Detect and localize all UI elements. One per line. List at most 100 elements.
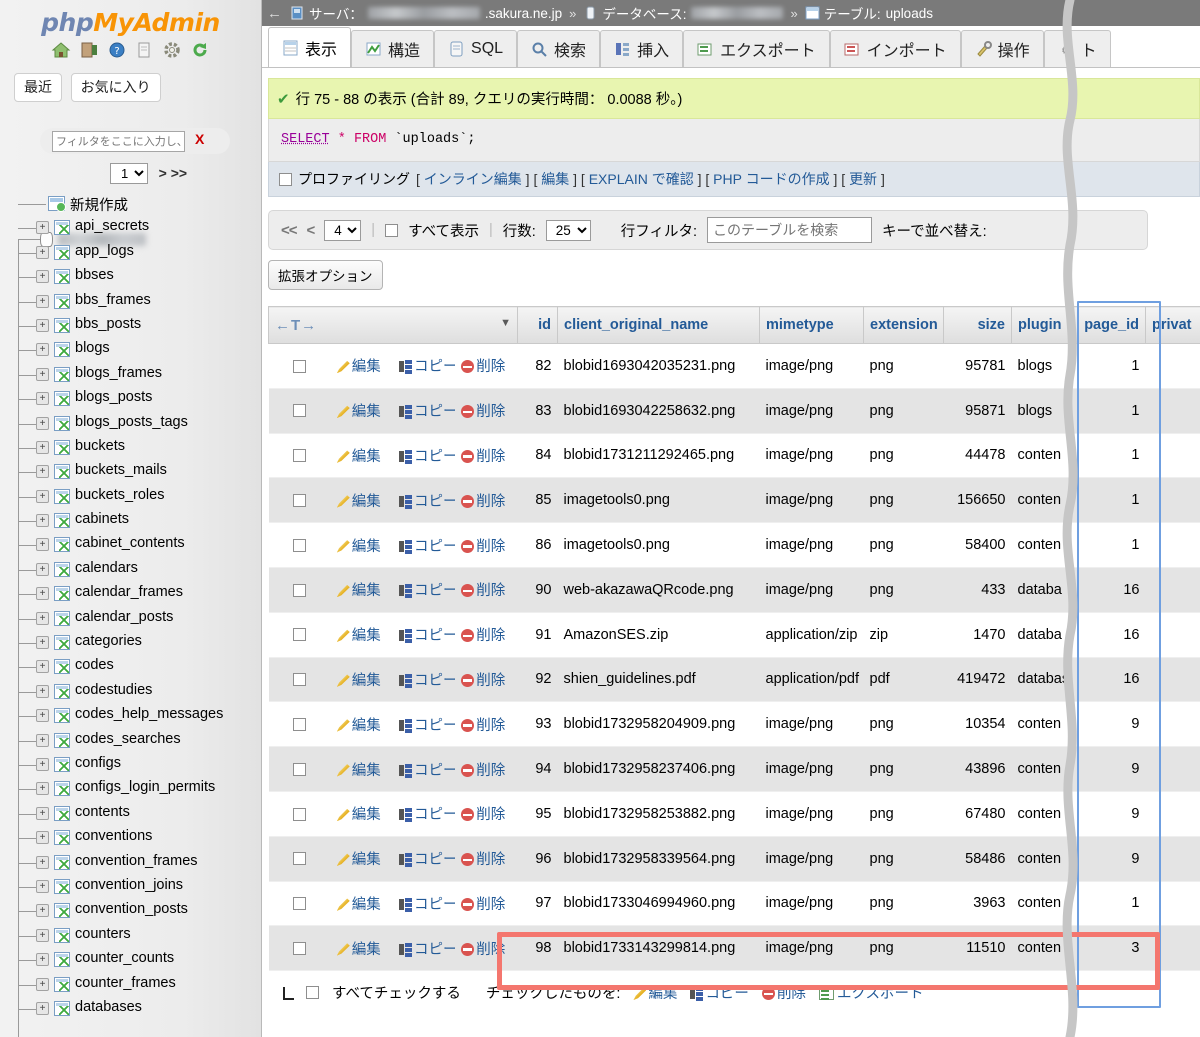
row-edit-cell[interactable]: 編集	[330, 791, 393, 837]
row-filter-input[interactable]	[707, 217, 873, 243]
bulk-copy-button[interactable]: コピー	[690, 982, 749, 1003]
cell-client-original-name[interactable]: blobid1731211292465.png	[557, 433, 760, 479]
sidebar-item-blogs-posts[interactable]: + blogs_posts	[0, 387, 261, 411]
row-delete-cell[interactable]: 削除	[455, 925, 518, 972]
expand-icon[interactable]: +	[36, 538, 49, 552]
row-checkbox[interactable]	[293, 449, 307, 463]
row-delete-cell[interactable]: 削除	[455, 791, 518, 837]
cell-private[interactable]	[1145, 746, 1200, 792]
expand-icon[interactable]: +	[36, 977, 49, 991]
expand-icon[interactable]: +	[36, 611, 49, 625]
expand-icon[interactable]: +	[36, 1001, 49, 1015]
row-copy-cell[interactable]: コピー	[393, 433, 456, 479]
row-delete-cell[interactable]: 削除	[455, 881, 518, 927]
sql-query-box[interactable]: SELECT * FROM `uploads`;	[268, 119, 1200, 162]
table-row[interactable]: 編集 コピー 削除 97 blobid1733046994960.png image/pn…	[268, 881, 1200, 927]
cell-id[interactable]: 96	[517, 836, 558, 882]
sidebar-item-blogs[interactable]: + blogs	[0, 338, 261, 362]
cell-size[interactable]: 156650	[943, 477, 1012, 524]
copy-link[interactable]: コピー	[399, 807, 455, 823]
column-header-client-original-name[interactable]: client_original_name	[557, 306, 760, 344]
row-delete-cell[interactable]: 削除	[455, 433, 518, 479]
cell-id[interactable]: 85	[517, 477, 558, 524]
cell-extension[interactable]: png	[863, 433, 944, 479]
expand-icon[interactable]: +	[36, 392, 49, 406]
phpmyadmin-logo[interactable]: phpMyAdmin	[0, 0, 261, 37]
cell-client-original-name[interactable]: blobid1733046994960.png	[557, 881, 760, 927]
cell-mimetype[interactable]: image/png	[759, 836, 864, 882]
sidebar-item-counter-frames[interactable]: + counter_frames	[0, 973, 261, 997]
delete-link[interactable]: 削除	[461, 628, 505, 644]
row-edit-cell[interactable]: 編集	[330, 522, 393, 568]
table-row[interactable]: 編集 コピー 削除 91 AmazonSES.zip application/zip zip…	[268, 612, 1200, 658]
prev-page-button[interactable]: <	[307, 222, 316, 239]
delete-link[interactable]: 削除	[461, 718, 505, 734]
delete-link[interactable]: 削除	[461, 897, 505, 913]
profiling-link[interactable]: インライン編集	[424, 171, 522, 187]
row-checkbox[interactable]	[293, 762, 307, 776]
edit-link[interactable]: 編集	[336, 718, 381, 734]
row-copy-cell[interactable]: コピー	[393, 522, 456, 568]
delete-link[interactable]: 削除	[461, 449, 505, 465]
row-checkbox-cell[interactable]	[268, 657, 331, 703]
cell-private[interactable]	[1145, 522, 1200, 568]
cell-extension[interactable]: png	[863, 343, 944, 389]
cell-id[interactable]: 94	[517, 746, 558, 792]
sidebar-item-convention-frames[interactable]: + convention_frames	[0, 851, 261, 875]
table-row[interactable]: 編集 コピー 削除 95 blobid1732958253882.png image/pn…	[268, 791, 1200, 837]
show-all-checkbox[interactable]	[385, 223, 399, 237]
row-copy-cell[interactable]: コピー	[393, 388, 456, 434]
cell-page-id[interactable]: 1	[1073, 881, 1146, 927]
sidebar-item-counters[interactable]: + counters	[0, 924, 261, 948]
breadcrumb-server-value[interactable]: .sakura.ne.jp	[485, 6, 562, 21]
row-edit-cell[interactable]: 編集	[330, 343, 393, 389]
edit-link[interactable]: 編集	[336, 404, 381, 420]
row-checkbox-cell[interactable]	[268, 746, 331, 792]
cell-size[interactable]: 11510	[943, 925, 1012, 972]
row-edit-cell[interactable]: 編集	[330, 388, 393, 434]
column-header-mimetype[interactable]: mimetype	[759, 306, 864, 344]
cell-page-id[interactable]: 1	[1073, 477, 1146, 524]
cell-mimetype[interactable]: application/zip	[759, 612, 864, 658]
sidebar-item-convention-posts[interactable]: + convention_posts	[0, 899, 261, 923]
sidebar-item-new[interactable]: 新規作成	[0, 192, 261, 216]
row-delete-cell[interactable]: 削除	[455, 657, 518, 703]
cell-id[interactable]: 86	[517, 522, 558, 568]
cell-private[interactable]	[1145, 701, 1200, 748]
row-edit-cell[interactable]: 編集	[330, 657, 393, 703]
row-delete-cell[interactable]: 削除	[455, 612, 518, 658]
cell-extension[interactable]: pdf	[863, 657, 944, 703]
copy-link[interactable]: コピー	[399, 718, 455, 734]
expand-icon[interactable]: +	[36, 245, 49, 259]
cell-page-id[interactable]: 16	[1073, 612, 1146, 658]
extended-options-button[interactable]: 拡張オプション	[268, 260, 383, 290]
cell-mimetype[interactable]: image/png	[759, 746, 864, 792]
cell-id[interactable]: 98	[517, 925, 558, 972]
cell-plugin[interactable]: blogs	[1011, 388, 1074, 434]
row-checkbox[interactable]	[293, 538, 307, 552]
cell-mimetype[interactable]: image/png	[759, 791, 864, 837]
row-copy-cell[interactable]: コピー	[393, 657, 456, 703]
sidebar-page-select[interactable]: 1	[110, 163, 148, 184]
expand-icon[interactable]: +	[36, 709, 49, 723]
cell-private[interactable]	[1145, 343, 1200, 389]
cell-extension[interactable]: png	[863, 791, 944, 837]
row-checkbox[interactable]	[293, 852, 307, 866]
cell-mimetype[interactable]: image/png	[759, 343, 864, 389]
cell-client-original-name[interactable]: blobid1693042035231.png	[557, 343, 760, 389]
expand-icon[interactable]: +	[36, 440, 49, 454]
sidebar-item-buckets-mails[interactable]: + buckets_mails	[0, 460, 261, 484]
cell-page-id[interactable]: 9	[1073, 701, 1146, 748]
row-delete-cell[interactable]: 削除	[455, 522, 518, 568]
row-checkbox-cell[interactable]	[268, 567, 331, 613]
cell-private[interactable]	[1145, 477, 1200, 524]
delete-link[interactable]: 削除	[461, 673, 505, 689]
row-edit-cell[interactable]: 編集	[330, 567, 393, 613]
row-checkbox[interactable]	[293, 583, 307, 597]
row-checkbox-cell[interactable]	[268, 791, 331, 837]
copy-link[interactable]: コピー	[399, 359, 455, 375]
cell-mimetype[interactable]: application/pdf	[759, 657, 864, 703]
sidebar-item-calendar-frames[interactable]: + calendar_frames	[0, 582, 261, 606]
row-edit-cell[interactable]: 編集	[330, 433, 393, 479]
sidebar-item-counter-counts[interactable]: + counter_counts	[0, 948, 261, 972]
